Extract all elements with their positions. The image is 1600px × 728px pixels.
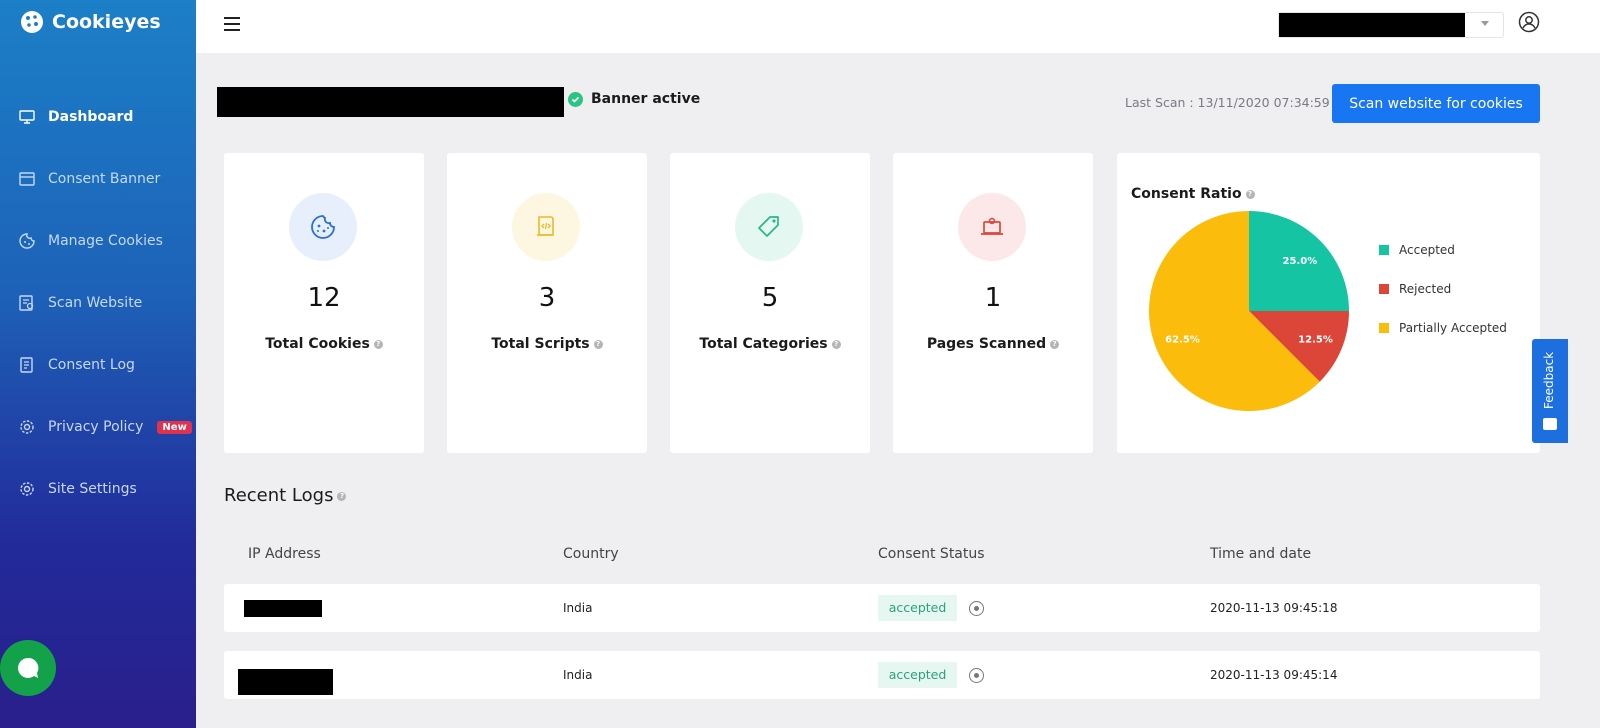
stat-label: Total Scripts?: [447, 336, 647, 352]
eye-icon[interactable]: [969, 668, 984, 683]
scan-icon: [18, 294, 36, 312]
banner-status: Banner active: [568, 91, 700, 107]
column-header-consent-status: Consent Status: [878, 546, 985, 562]
script-icon: [512, 193, 580, 261]
column-header-country: Country: [563, 546, 619, 562]
sidebar: Cookieyes Dashboard Consent Banner Manag…: [0, 0, 196, 728]
stat-label: Pages Scanned?: [893, 336, 1093, 352]
redacted-ip: [238, 669, 333, 695]
table-row[interactable]: India accepted 2020-11-13 09:45:14: [224, 651, 1540, 699]
table-row[interactable]: India accepted 2020-11-13 09:45:18: [224, 584, 1540, 632]
status-badge: accepted: [878, 595, 957, 621]
sidebar-item-label: Manage Cookies: [48, 233, 163, 249]
check-circle-icon: [568, 91, 583, 107]
user-avatar-icon[interactable]: [1518, 11, 1540, 33]
sidebar-item-label: Consent Banner: [48, 171, 161, 187]
gear-icon: [18, 418, 36, 436]
stat-label: Total Cookies?: [224, 336, 424, 352]
sidebar-item-label: Scan Website: [48, 295, 143, 311]
sidebar-item-label: Privacy Policy: [48, 419, 144, 435]
sidebar-item-label: Site Settings: [48, 481, 137, 497]
eye-icon[interactable]: [969, 601, 984, 616]
time-cell: 2020-11-13 09:45:18: [1210, 601, 1338, 615]
top-bar: [196, 0, 1600, 53]
pie-label: 12.5%: [1298, 335, 1333, 346]
help-icon[interactable]: ?: [593, 339, 603, 349]
message-icon: [1543, 418, 1557, 430]
monitor-icon: [18, 108, 36, 126]
sidebar-item-site-settings[interactable]: Site Settings: [0, 458, 196, 520]
laptop-icon: [958, 193, 1026, 261]
stat-card-pages: 1 Pages Scanned?: [893, 153, 1093, 453]
redacted-account: [1279, 13, 1465, 37]
sidebar-item-consent-banner[interactable]: Consent Banner: [0, 148, 196, 210]
help-icon[interactable]: ?: [831, 339, 841, 349]
sidebar-item-scan-website[interactable]: Scan Website: [0, 272, 196, 334]
stat-value: 1: [984, 283, 1002, 313]
consent-ratio-card: Consent Ratio? 25.0% 12.5% 62.5% Accepted …: [1117, 153, 1540, 453]
sidebar-nav: Dashboard Consent Banner Manage Cookies …: [0, 86, 196, 520]
new-badge: New: [157, 420, 192, 434]
chat-icon: [18, 657, 39, 678]
cookie-logo-icon: [21, 11, 43, 33]
consent-ratio-title: Consent Ratio?: [1131, 186, 1255, 202]
country-cell: India: [563, 668, 593, 682]
gear-icon: [18, 480, 36, 498]
stat-value: 3: [538, 283, 556, 313]
help-icon[interactable]: ?: [1050, 339, 1060, 349]
stat-card-scripts: 3 Total Scripts?: [447, 153, 647, 453]
cookie-icon: [18, 232, 36, 250]
stat-card-cookies: 12 Total Cookies?: [224, 153, 424, 453]
sidebar-item-manage-cookies[interactable]: Manage Cookies: [0, 210, 196, 272]
logo[interactable]: Cookieyes: [0, 0, 196, 44]
cookie-icon: [289, 193, 357, 261]
column-header-time: Time and date: [1210, 546, 1312, 562]
banner-status-label: Banner active: [591, 91, 701, 107]
consent-pie-chart: 25.0% 12.5% 62.5%: [1149, 211, 1349, 411]
pie-label: 62.5%: [1165, 335, 1200, 346]
help-icon[interactable]: ?: [1245, 189, 1255, 199]
menu-icon[interactable]: [224, 17, 240, 31]
sidebar-item-dashboard[interactable]: Dashboard: [0, 86, 196, 148]
chat-button[interactable]: [0, 640, 56, 696]
recent-logs-title: Recent Logs?: [224, 485, 347, 506]
legend-accepted[interactable]: Accepted: [1379, 230, 1507, 269]
redacted-site-name: [217, 87, 564, 117]
column-header-ip: IP Address: [248, 546, 321, 562]
stat-card-categories: 5 Total Categories?: [670, 153, 870, 453]
banner-icon: [18, 170, 36, 188]
scan-website-button[interactable]: Scan website for cookies: [1332, 84, 1540, 123]
last-scan-time: Last Scan : 13/11/2020 07:34:59: [1125, 95, 1330, 110]
log-icon: [18, 356, 36, 374]
account-select[interactable]: [1278, 12, 1504, 38]
status-badge: accepted: [878, 662, 957, 688]
sidebar-item-label: Dashboard: [48, 109, 134, 125]
pie-label: 25.0%: [1283, 256, 1318, 267]
time-cell: 2020-11-13 09:45:14: [1210, 668, 1338, 682]
legend-rejected[interactable]: Rejected: [1379, 269, 1507, 308]
tag-icon: [735, 193, 803, 261]
stat-value: 5: [761, 283, 779, 313]
stat-value: 12: [307, 283, 341, 313]
feedback-tab[interactable]: Feedback: [1532, 339, 1568, 443]
sidebar-item-consent-log[interactable]: Consent Log: [0, 334, 196, 396]
redacted-ip: [244, 600, 322, 617]
help-icon[interactable]: ?: [373, 339, 383, 349]
sidebar-item-label: Consent Log: [48, 357, 135, 373]
legend-partially-accepted[interactable]: Partially Accepted: [1379, 308, 1507, 347]
app-name: Cookieyes: [52, 11, 161, 33]
sidebar-item-privacy-policy[interactable]: Privacy Policy New: [0, 396, 196, 458]
stat-label: Total Categories?: [670, 336, 870, 352]
help-icon[interactable]: ?: [337, 491, 347, 501]
country-cell: India: [563, 601, 593, 615]
chevron-down-icon: [1481, 21, 1489, 26]
chart-legend: Accepted Rejected Partially Accepted: [1379, 230, 1507, 347]
feedback-label: Feedback: [1542, 351, 1556, 409]
